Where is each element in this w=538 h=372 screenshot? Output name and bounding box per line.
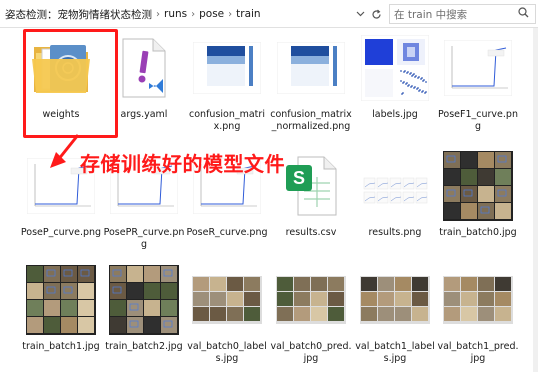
annotation-text: 存储训练好的模型文件 xyxy=(80,152,285,176)
file-item[interactable]: weights xyxy=(20,28,102,121)
arrow-icon xyxy=(50,134,80,168)
file-name: PoseF1_curve.png xyxy=(438,109,518,132)
file-grid: weights args.yaml confusion_matrix.png c… xyxy=(0,28,538,372)
spreadsheet-icon: S xyxy=(274,146,348,226)
file-item[interactable]: train_batch1.jpg xyxy=(20,260,102,353)
image-thumbnail xyxy=(24,260,98,340)
file-name: confusion_matrix.png xyxy=(189,109,265,132)
folder-icon xyxy=(24,28,98,108)
file-name: val_batch0_labels.jpg xyxy=(187,341,267,364)
image-thumbnail xyxy=(274,28,348,108)
chevron-down-icon[interactable] xyxy=(352,5,368,23)
file-name: PoseR_curve.png xyxy=(186,227,268,238)
file-item[interactable]: PoseF1_curve.png xyxy=(437,28,519,133)
file-name: weights xyxy=(42,109,80,120)
image-thumbnail xyxy=(358,146,432,226)
image-thumbnail xyxy=(358,28,432,108)
file-name: results.png xyxy=(368,227,422,238)
search-placeholder: 在 train 中搜索 xyxy=(394,8,468,21)
image-thumbnail xyxy=(107,260,181,340)
file-item[interactable]: results.png xyxy=(354,146,436,239)
file-name: labels.jpg xyxy=(372,109,418,120)
image-thumbnail xyxy=(441,260,515,340)
file-name: PosePR_curve.png xyxy=(103,227,185,250)
breadcrumb: 姿态检测：宠物狗情绪状态检测 › runs › pose › train xyxy=(2,4,342,24)
search-icon[interactable] xyxy=(518,7,529,21)
breadcrumb-item-project[interactable]: 姿态检测：宠物狗情绪状态检测 xyxy=(2,7,155,22)
yaml-file-icon xyxy=(107,28,181,108)
search-input[interactable]: 在 train 中搜索 xyxy=(389,4,536,24)
image-thumbnail xyxy=(190,28,264,108)
svg-text:S: S xyxy=(293,168,305,188)
file-item[interactable]: confusion_matrix_normalized.png xyxy=(270,28,352,133)
file-item[interactable]: args.yaml xyxy=(103,28,185,121)
file-item[interactable]: labels.jpg xyxy=(354,28,436,121)
breadcrumb-item-train[interactable]: train xyxy=(233,8,263,20)
file-name: train_batch2.jpg xyxy=(105,341,183,352)
file-name: train_batch1.jpg xyxy=(22,341,100,352)
address-bar: 姿态检测：宠物狗情绪状态检测 › runs › pose › train 在 t… xyxy=(0,0,538,28)
file-item[interactable]: train_batch0.jpg xyxy=(437,146,519,239)
file-name: val_batch1_pred.jpg xyxy=(437,341,519,364)
file-item[interactable]: val_batch1_pred.jpg xyxy=(437,260,519,365)
file-item[interactable]: val_batch0_labels.jpg xyxy=(186,260,268,365)
file-name: val_batch0_pred.jpg xyxy=(270,341,352,364)
file-name: val_batch1_labels.jpg xyxy=(355,341,435,364)
file-item[interactable]: val_batch0_pred.jpg xyxy=(270,260,352,365)
refresh-icon[interactable] xyxy=(368,5,384,23)
file-name: args.yaml xyxy=(120,109,168,120)
image-thumbnail xyxy=(274,260,348,340)
file-name: train_batch0.jpg xyxy=(439,227,517,238)
file-item[interactable]: val_batch1_labels.jpg xyxy=(354,260,436,365)
image-thumbnail xyxy=(190,260,264,340)
image-thumbnail xyxy=(441,28,515,108)
file-name: confusion_matrix_normalized.png xyxy=(270,109,352,132)
breadcrumb-item-runs[interactable]: runs xyxy=(161,8,190,20)
file-name: results.csv xyxy=(285,227,337,238)
image-thumbnail xyxy=(358,260,432,340)
breadcrumb-item-pose[interactable]: pose xyxy=(196,8,227,20)
scrollbar[interactable] xyxy=(533,28,538,372)
file-name: PoseP_curve.png xyxy=(20,227,102,238)
file-item[interactable]: confusion_matrix.png xyxy=(186,28,268,133)
file-item[interactable]: train_batch2.jpg xyxy=(103,260,185,353)
image-thumbnail xyxy=(441,146,515,226)
